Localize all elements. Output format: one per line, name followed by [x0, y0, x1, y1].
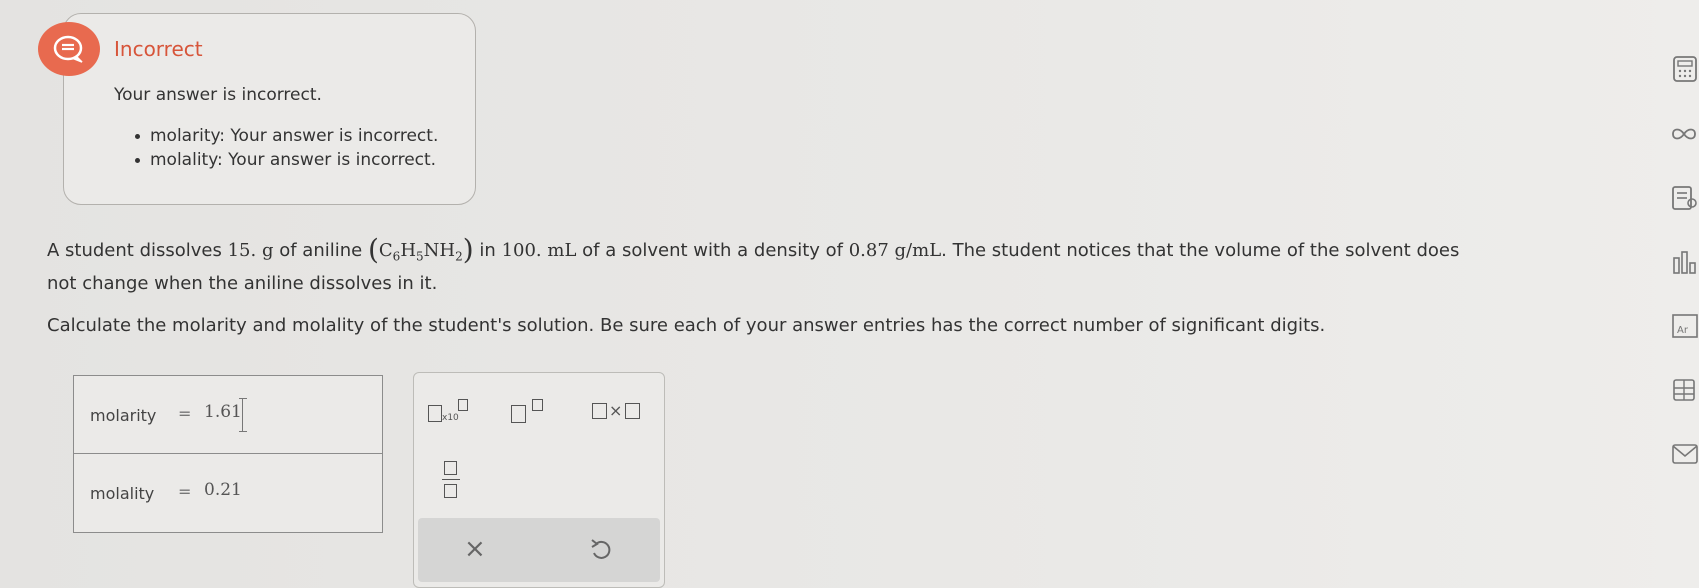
aniline-formula: C6H5NH2	[378, 240, 463, 264]
equals-sign: =	[178, 404, 192, 423]
problem-line-2: not change when the aniline dissolves in…	[47, 273, 438, 295]
density-value: 0.87 g/mL	[848, 240, 942, 261]
answer-panel: molarity = 1.61 molality = 0.21	[73, 375, 383, 533]
undo-button[interactable]	[590, 538, 612, 566]
svg-text:Ar: Ar	[1677, 325, 1689, 336]
tools-footer: ×	[418, 518, 660, 582]
right-tool-rail: Ar	[1660, 0, 1699, 588]
chat-bubble-icon	[53, 35, 83, 63]
feedback-list: molarity: Your answer is incorrect. mola…	[134, 124, 439, 172]
molality-label: molality	[90, 484, 155, 503]
fraction-button[interactable]	[442, 461, 460, 501]
list-item: molality: Your answer is incorrect.	[134, 148, 438, 172]
equals-sign: =	[178, 482, 192, 501]
molarity-label: molarity	[90, 406, 157, 425]
calculator-icon[interactable]	[1670, 55, 1699, 83]
undo-icon	[591, 539, 611, 559]
molality-input[interactable]: 0.21	[204, 480, 242, 500]
problem-line-1: A student dissolves 15. g of aniline (C6…	[47, 232, 1607, 296]
exponent-button[interactable]	[511, 399, 545, 425]
scientific-notation-button[interactable]: x10	[428, 399, 468, 425]
chart-icon[interactable]	[1670, 248, 1699, 276]
volume-value: 100. mL	[501, 240, 577, 261]
mail-icon[interactable]	[1670, 440, 1699, 468]
problem-statement: A student dissolves 15. g of aniline (C6…	[47, 232, 1607, 336]
infinity-icon[interactable]	[1670, 120, 1699, 148]
clear-button[interactable]: ×	[464, 536, 486, 562]
molarity-input[interactable]: 1.61	[204, 402, 242, 422]
math-tools-panel: x10 × ×	[413, 372, 665, 588]
status-title: Incorrect	[114, 37, 203, 61]
status-badge	[38, 22, 100, 76]
molality-row[interactable]: molality = 0.21	[74, 454, 382, 532]
molarity-row[interactable]: molarity = 1.61	[74, 376, 382, 454]
problem-question: Calculate the molarity and molality of t…	[47, 315, 1326, 336]
book-icon[interactable]	[1670, 376, 1699, 404]
periodic-table-icon[interactable]: Ar	[1670, 312, 1699, 340]
multiply-button[interactable]: ×	[592, 401, 644, 423]
feedback-summary: Your answer is incorrect.	[114, 85, 322, 105]
text-cursor-icon	[239, 398, 250, 432]
list-item: molarity: Your answer is incorrect.	[134, 126, 439, 146]
mass-value: 15. g	[227, 240, 274, 261]
data-icon[interactable]	[1670, 184, 1699, 212]
